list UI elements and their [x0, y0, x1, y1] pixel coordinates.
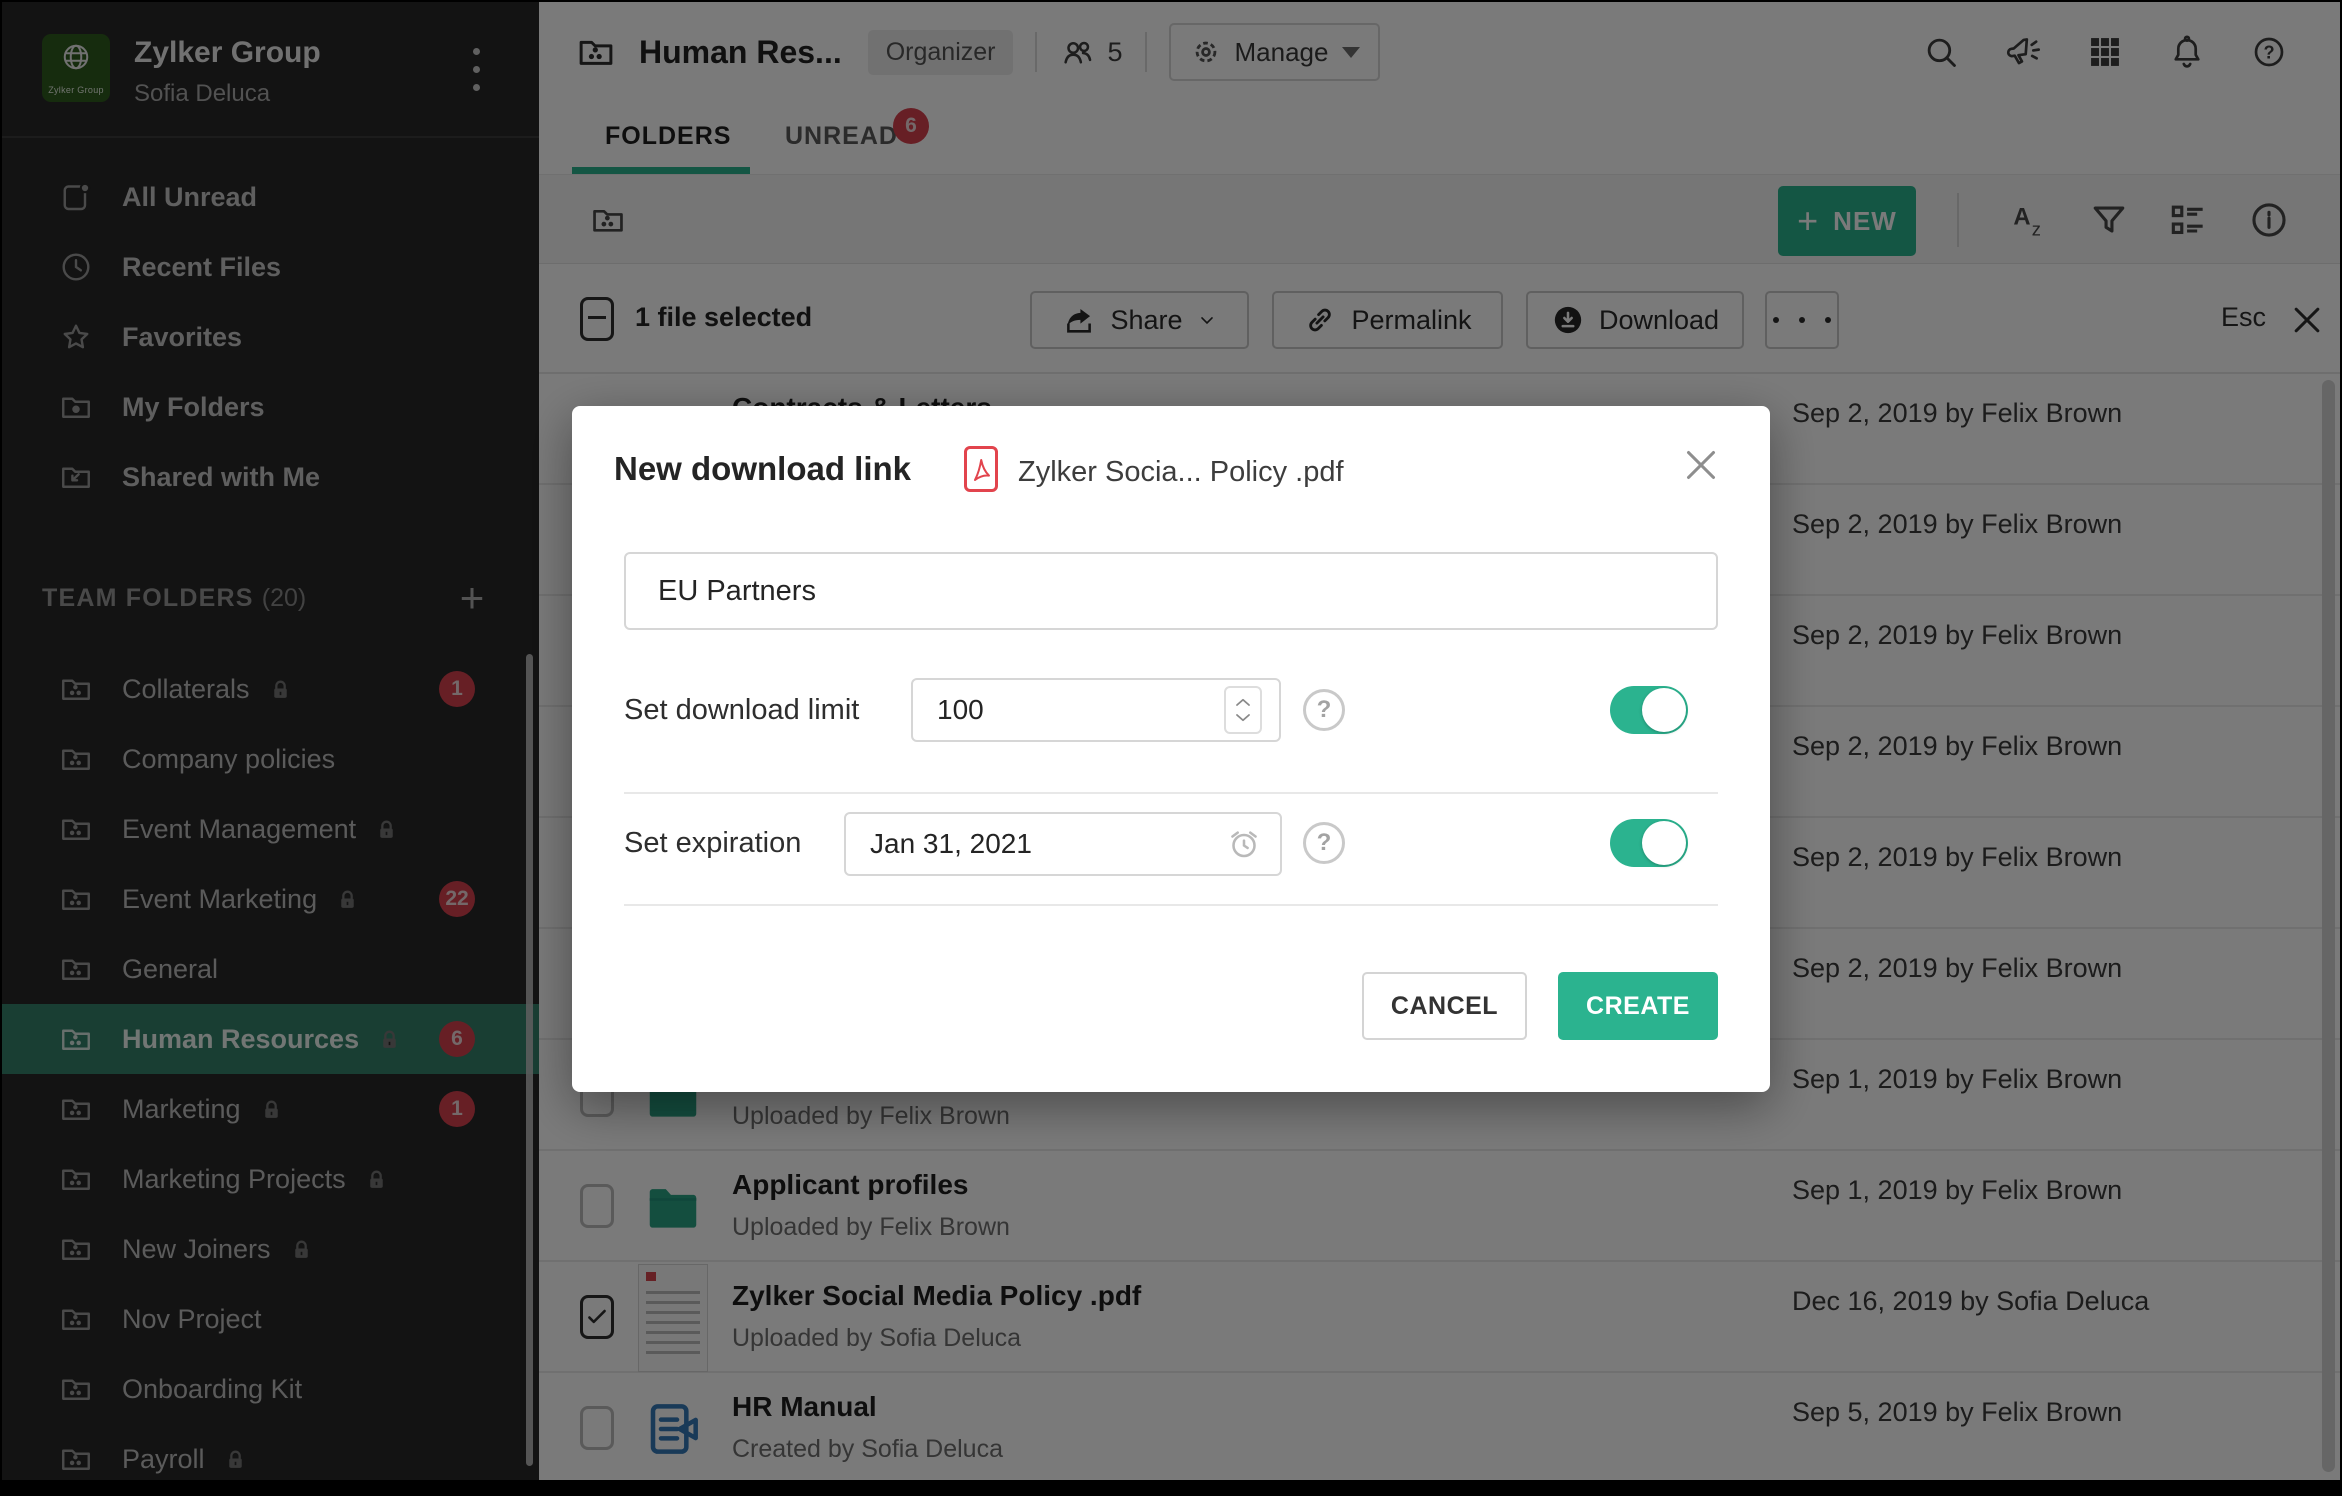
- create-button[interactable]: CREATE: [1558, 972, 1718, 1040]
- expiration-date-input[interactable]: [844, 812, 1282, 876]
- link-name-input[interactable]: [624, 552, 1718, 630]
- modal-file-name: Zylker Socia... Policy .pdf: [1018, 456, 1344, 489]
- modal-title: New download link: [614, 450, 911, 488]
- toggle-knob: [1642, 821, 1686, 865]
- toggle-knob: [1642, 688, 1686, 732]
- chevron-down-icon: [1234, 712, 1252, 724]
- download-limit-label: Set download limit: [624, 694, 859, 727]
- number-stepper[interactable]: [1224, 686, 1262, 734]
- expiration-toggle[interactable]: [1610, 819, 1688, 867]
- download-limit-toggle[interactable]: [1610, 686, 1688, 734]
- expiration-help-icon[interactable]: ?: [1303, 822, 1345, 864]
- divider: [624, 904, 1718, 906]
- cancel-button[interactable]: CANCEL: [1362, 972, 1527, 1040]
- expiration-label: Set expiration: [624, 827, 801, 860]
- pdf-file-icon: [964, 446, 998, 492]
- new-download-link-modal: New download link Zylker Socia... Policy…: [572, 406, 1770, 1092]
- download-limit-help-icon[interactable]: ?: [1303, 689, 1345, 731]
- close-icon[interactable]: [1678, 442, 1724, 488]
- chevron-up-icon: [1234, 696, 1252, 708]
- divider: [624, 792, 1718, 794]
